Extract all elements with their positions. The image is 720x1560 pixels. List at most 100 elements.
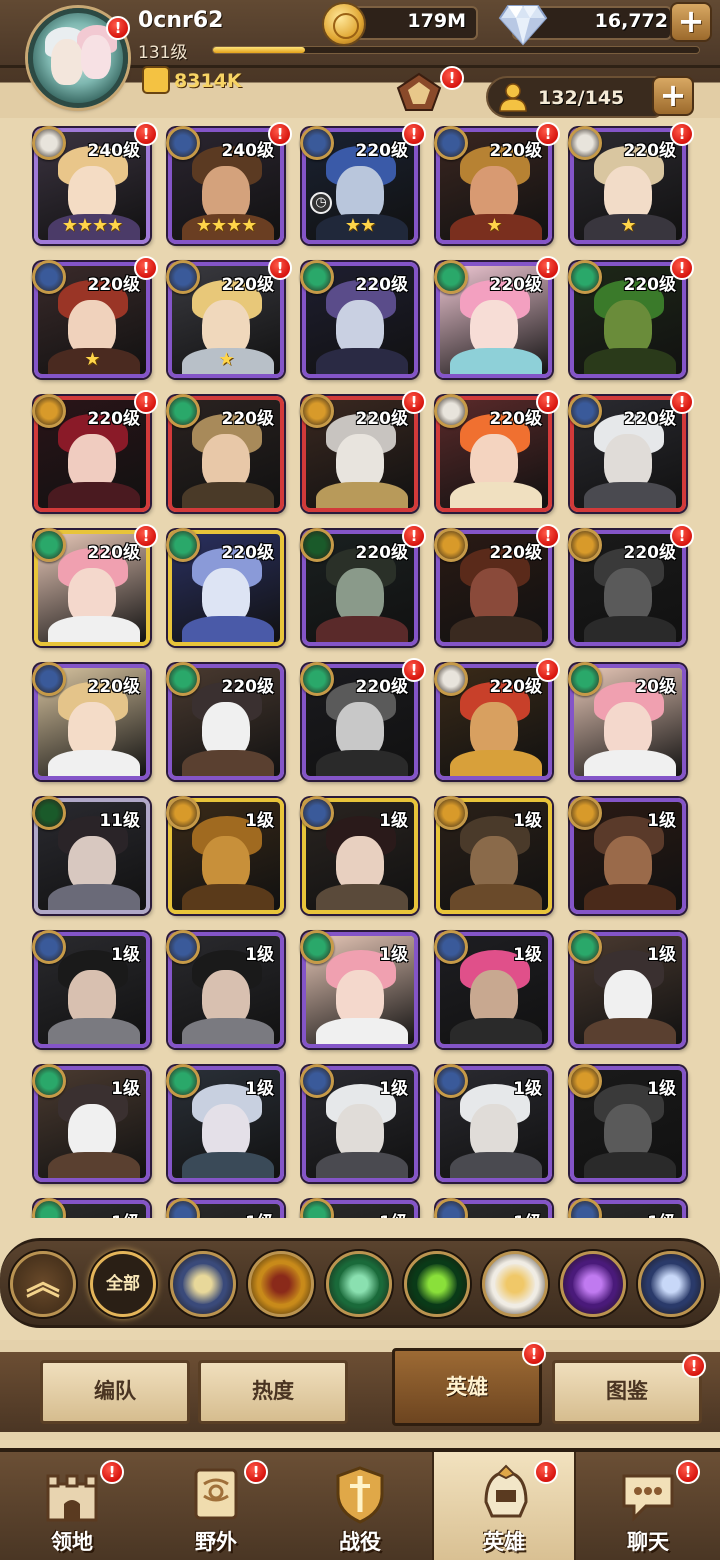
hero-card[interactable]: 220级 — [32, 662, 150, 780]
nav-item-territory[interactable]: 领地! — [0, 1452, 144, 1560]
hero-body — [316, 482, 408, 508]
hero-card[interactable]: 1级 — [434, 796, 552, 914]
avatar-alert-icon: ! — [106, 16, 130, 40]
hero-card[interactable]: 220级 ★★ ◷! — [300, 122, 426, 244]
nav-item-wild[interactable]: 野外! — [144, 1452, 288, 1560]
hero-level: 220级 — [489, 141, 543, 161]
hero-body — [450, 616, 542, 642]
hero-card[interactable]: 220级 — [166, 394, 284, 512]
nav-item-heroes[interactable]: 英雄! — [432, 1452, 576, 1560]
lightbearer-faction-icon — [32, 260, 66, 294]
avatar-face-right — [81, 35, 111, 79]
hero-alert-icon: ! — [670, 122, 694, 146]
hero-card[interactable]: 220级 ★! — [32, 256, 158, 378]
hero-card[interactable]: 20级 — [568, 662, 686, 780]
formation-icon[interactable] — [394, 70, 444, 114]
filter-all-button[interactable]: 全部 — [90, 1251, 156, 1317]
hero-level: 220级 — [355, 141, 409, 161]
expand-roster-button[interactable]: + — [652, 76, 694, 116]
hero-card[interactable]: 220级 ★! — [434, 122, 560, 244]
hero-card[interactable]: 1级 — [434, 930, 552, 1048]
graveborn-faction-icon[interactable] — [404, 1251, 470, 1317]
nav-item-campaign[interactable]: 战役 — [288, 1452, 432, 1560]
hero-card[interactable]: 220级 — [300, 260, 418, 378]
hero-card[interactable]: 220级! — [568, 256, 694, 378]
hero-card[interactable]: 1级 — [166, 796, 284, 914]
hero-card[interactable]: 220级! — [434, 390, 560, 512]
hero-alert-icon: ! — [670, 390, 694, 414]
mauler-faction-icon — [568, 1064, 602, 1098]
hero-card[interactable]: 220级 ★! — [166, 256, 292, 378]
hero-body — [48, 750, 140, 776]
wilder-faction-icon[interactable] — [326, 1251, 392, 1317]
hero-card[interactable]: 220级! — [300, 658, 426, 780]
hero-card[interactable]: 1级 — [568, 1064, 686, 1182]
hero-card[interactable]: 1级 — [166, 930, 284, 1048]
subtab-codex[interactable]: 图鉴 — [552, 1360, 702, 1424]
graveborn-faction-icon — [300, 528, 334, 562]
hero-card[interactable]: 220级! — [300, 390, 426, 512]
sword-shield-icon — [328, 1462, 392, 1526]
hero-card[interactable]: 240级 ★★★★! — [32, 122, 158, 244]
hero-card[interactable]: 220级 — [166, 528, 284, 646]
nav-item-chat[interactable]: 聊天! — [576, 1452, 720, 1560]
hero-card[interactable]: 220级 — [166, 662, 284, 780]
hero-body — [48, 616, 140, 642]
wilder-faction-icon — [568, 662, 602, 696]
star-rating: ★ — [218, 349, 234, 370]
hero-body — [584, 750, 676, 776]
subtab-popularity[interactable]: 热度 — [198, 1360, 348, 1424]
dimensional-faction-icon[interactable] — [638, 1251, 704, 1317]
hero-card[interactable]: 1级 — [300, 930, 418, 1048]
hero-body — [316, 1152, 408, 1178]
mauler-faction-icon[interactable] — [248, 1251, 314, 1317]
hero-card[interactable]: 1级 — [300, 1198, 418, 1218]
hero-alert-icon: ! — [536, 256, 560, 280]
celestial-faction-icon[interactable] — [482, 1251, 548, 1317]
hero-card[interactable]: 220级! — [434, 256, 560, 378]
hypogean-faction-icon[interactable] — [560, 1251, 626, 1317]
hero-card[interactable]: 220级! — [300, 524, 426, 646]
hero-card[interactable]: 1级 — [32, 1064, 150, 1182]
hero-alert-icon: ! — [536, 122, 560, 146]
hero-card[interactable]: 1级 — [300, 1064, 418, 1182]
double-chevron-up-icon[interactable]: ︽ — [10, 1251, 76, 1317]
hero-card[interactable]: 1级 — [434, 1064, 552, 1182]
wilder-faction-emblem — [339, 1264, 379, 1304]
subtab-formation[interactable]: 编队 — [40, 1360, 190, 1424]
hero-card[interactable]: 220级 ★! — [568, 122, 694, 244]
hero-card[interactable]: 220级! — [32, 390, 158, 512]
hero-level: 220级 — [221, 543, 275, 563]
hero-card[interactable]: 220级! — [434, 524, 560, 646]
mauler-faction-icon — [300, 394, 334, 428]
map-scroll-icon — [184, 1462, 248, 1526]
hero-card[interactable]: 220级! — [32, 524, 158, 646]
lightbearer-faction-icon[interactable] — [170, 1251, 236, 1317]
hero-level: 1级 — [379, 811, 408, 831]
wilder-faction-icon — [166, 1064, 200, 1098]
hero-card[interactable]: 1级 — [32, 930, 150, 1048]
hero-card[interactable]: 1级 — [166, 1198, 284, 1218]
hero-card[interactable]: 1级 — [568, 930, 686, 1048]
hero-card[interactable]: 11级 — [32, 796, 150, 914]
hero-card[interactable]: 1级 — [434, 1198, 552, 1218]
hero-body — [182, 884, 274, 910]
hero-card[interactable]: 220级! — [568, 390, 694, 512]
clock-icon: ◷ — [310, 192, 332, 214]
hero-level: 220级 — [489, 275, 543, 295]
hero-card[interactable]: 1级 — [166, 1064, 284, 1182]
hero-level: 220级 — [623, 141, 677, 161]
mauler-faction-icon — [568, 528, 602, 562]
hero-card[interactable]: 1级 — [32, 1198, 150, 1218]
hero-card[interactable]: 240级 ★★★★! — [166, 122, 292, 244]
hero-card[interactable]: 220级! — [434, 658, 560, 780]
mauler-faction-emblem — [261, 1264, 301, 1304]
hero-body — [182, 1018, 274, 1044]
hero-card[interactable]: 1级 — [568, 1198, 686, 1218]
hero-body — [584, 616, 676, 642]
add-gems-button[interactable]: + — [670, 2, 712, 42]
hero-card[interactable]: 1级 — [568, 796, 686, 914]
hero-card[interactable]: 220级! — [568, 524, 694, 646]
subtab-heroes[interactable]: 英雄 — [392, 1348, 542, 1426]
hero-card[interactable]: 1级 — [300, 796, 418, 914]
